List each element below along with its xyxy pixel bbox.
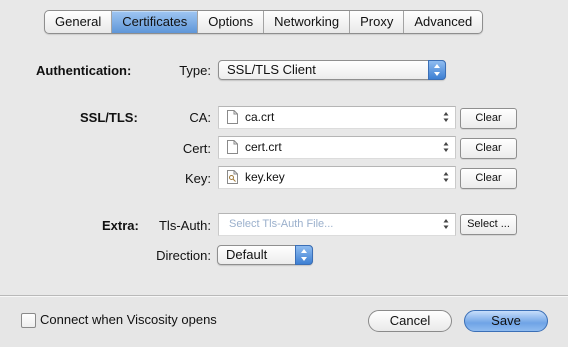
- updown-arrows-icon: [443, 171, 449, 186]
- save-button[interactable]: Save: [464, 310, 548, 332]
- key-filename: key.key: [245, 170, 285, 184]
- document-icon: [227, 110, 238, 127]
- tab-advanced[interactable]: Advanced: [404, 11, 482, 33]
- tab-certificates[interactable]: Certificates: [112, 11, 199, 33]
- cert-filename: cert.crt: [245, 140, 282, 154]
- connect-on-open-checkbox[interactable]: [21, 313, 36, 328]
- ca-file-field[interactable]: ca.crt: [218, 106, 456, 129]
- tab-bar: General Certificates Options Networking …: [44, 10, 484, 34]
- ssl-tls-section-label: SSL/TLS:: [80, 110, 138, 125]
- cert-file-field[interactable]: cert.crt: [218, 136, 456, 159]
- tab-general[interactable]: General: [45, 11, 113, 33]
- footer-bar: Connect when Viscosity opens Cancel Save: [0, 296, 568, 347]
- tls-auth-file-field[interactable]: Select Tls-Auth File...: [218, 213, 456, 236]
- cert-clear-button[interactable]: Clear: [460, 138, 517, 159]
- updown-arrows-icon: [443, 141, 449, 156]
- direction-value: Default: [226, 247, 268, 262]
- type-value: SSL/TLS Client: [227, 62, 316, 77]
- direction-popup[interactable]: Default: [217, 245, 313, 265]
- ca-clear-button[interactable]: Clear: [460, 108, 517, 129]
- type-label: Type:: [179, 63, 211, 78]
- tab-proxy[interactable]: Proxy: [350, 11, 405, 33]
- key-file-icon: [227, 170, 238, 187]
- cert-label: Cert:: [182, 141, 211, 156]
- document-icon: [227, 140, 238, 157]
- popup-arrows-icon: [428, 60, 446, 80]
- updown-arrows-icon: [443, 111, 449, 126]
- key-file-field[interactable]: key.key: [218, 166, 456, 189]
- type-popup[interactable]: SSL/TLS Client: [218, 60, 446, 80]
- tab-networking[interactable]: Networking: [264, 11, 351, 33]
- key-label: Key:: [184, 171, 211, 186]
- authentication-section-label: Authentication:: [36, 63, 132, 78]
- tls-auth-placeholder: Select Tls-Auth File...: [229, 218, 334, 230]
- ca-label: CA:: [189, 110, 211, 125]
- tab-options[interactable]: Options: [198, 11, 265, 33]
- ca-filename: ca.crt: [245, 110, 275, 124]
- tls-auth-label: Tls-Auth:: [158, 218, 211, 233]
- updown-arrows-icon: [443, 218, 449, 233]
- key-clear-button[interactable]: Clear: [460, 168, 517, 189]
- extra-section-label: Extra:: [102, 218, 139, 233]
- direction-label: Direction:: [156, 248, 211, 263]
- cancel-button[interactable]: Cancel: [368, 310, 452, 332]
- certificates-pane: General Certificates Options Networking …: [0, 0, 568, 296]
- popup-arrows-icon: [295, 245, 313, 265]
- connect-on-open-label[interactable]: Connect when Viscosity opens: [40, 312, 217, 327]
- tls-auth-select-button[interactable]: Select ...: [460, 214, 517, 235]
